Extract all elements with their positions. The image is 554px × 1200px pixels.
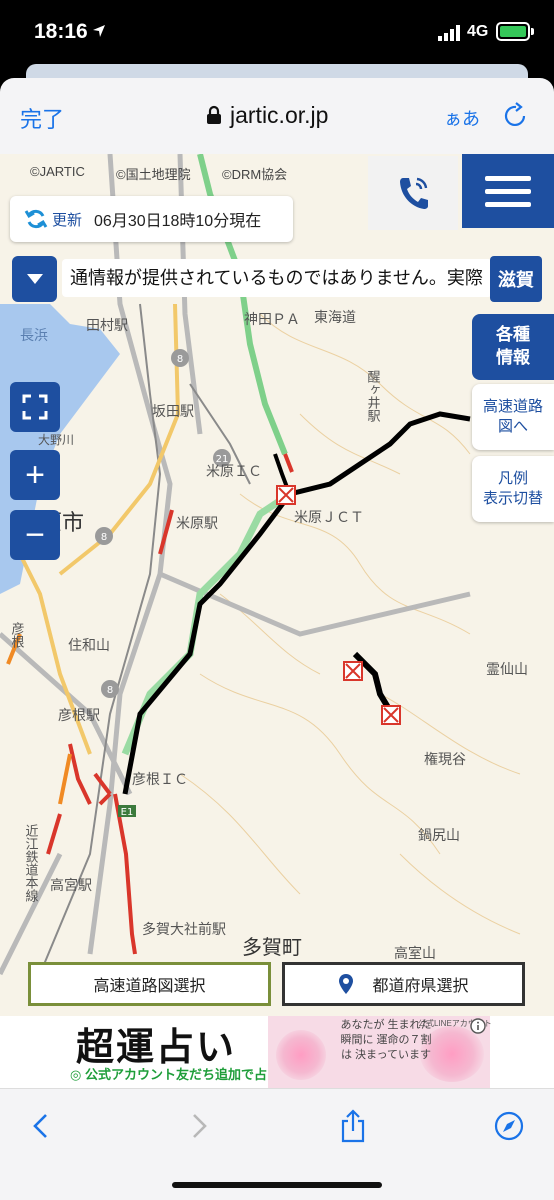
menu-icon-bar [485, 188, 531, 194]
info-toggle-button[interactable] [12, 256, 57, 302]
closure-marker[interactable] [276, 485, 296, 505]
text-size-button[interactable]: ぁあ [444, 105, 480, 131]
place-label: 彦根ＩＣ [132, 772, 188, 788]
network-type: 4G [467, 23, 489, 40]
update-box: 更新 06月30日18時10分現在 [10, 196, 293, 242]
place-label: 住和山 [68, 638, 110, 654]
button-line: 情報 [496, 348, 530, 367]
place-label: 坂田駅 [152, 404, 194, 420]
place-label: 米原駅 [176, 516, 218, 532]
place-label: 醒ヶ井駅 [365, 370, 381, 423]
map-credit: ©国土地理院 [116, 167, 191, 182]
place-label: 高宮駅 [50, 877, 92, 894]
update-button[interactable]: 更新 [52, 209, 82, 230]
share-icon[interactable] [338, 1109, 368, 1143]
place-label: 近江鉄道本線 [23, 824, 39, 902]
place-label: 彦根駅 [58, 708, 100, 724]
place-label: 東海道 [314, 310, 356, 326]
highway-map-select-button[interactable]: 高速道路図選択 [28, 962, 271, 1006]
zoom-out-button[interactable]: − [10, 510, 60, 560]
legend-toggle-button[interactable]: 凡例 表示切替 [472, 456, 554, 522]
place-label: 霊仙山 [486, 662, 528, 678]
url-text: jartic.or.jp [230, 101, 329, 128]
map-pin-icon [339, 974, 354, 994]
expressway-smooth-2 [121, 491, 292, 756]
closure-marker[interactable] [343, 661, 363, 681]
flower-image [276, 1030, 326, 1080]
place-label: 多賀大社前駅 [142, 921, 226, 938]
place-label: 米原ＩＣ [206, 464, 262, 480]
back-icon[interactable] [26, 1109, 56, 1143]
prefecture-badge[interactable]: 滋賀 [490, 256, 542, 302]
place-label: 高室山 [394, 945, 436, 962]
lock-icon [207, 105, 221, 124]
traffic-map[interactable]: 8 21 8 8 E1 田村駅 長浜 神田ＰＡ 東海道 醒ヶ井駅 坂田駅 大野川… [0, 154, 554, 1088]
phone-icon [400, 177, 428, 209]
route-number: E1 [121, 807, 134, 818]
closure-marker[interactable] [381, 705, 401, 725]
status-time: 18:16 [34, 20, 88, 43]
forward-icon[interactable] [184, 1109, 214, 1143]
fullscreen-button[interactable] [10, 382, 60, 432]
button-line: 図へ [497, 418, 528, 435]
info-banner: 通情報が提供されているものではありません。実際 滋賀 [12, 256, 542, 302]
done-button[interactable]: 完了 [20, 102, 64, 134]
update-timestamp: 06月30日18時10分現在 [94, 213, 262, 230]
phone-button[interactable] [368, 156, 458, 230]
highway-map-link-button[interactable]: 高速道路 図へ [472, 384, 554, 450]
reload-icon[interactable] [504, 102, 528, 128]
battery-icon [496, 22, 530, 41]
place-label: 田村駅 [86, 318, 128, 334]
home-indicator [172, 1182, 382, 1188]
map-credit: ©DRM協会 [222, 167, 288, 182]
browser-header: 完了 jartic.or.jp ぁあ [0, 78, 554, 154]
place-label: 大野川 [38, 433, 74, 447]
place-label: 神田ＰＡ [244, 312, 300, 328]
ad-subtitle-text: 公式アカウント友だち追加で占う [84, 1067, 280, 1082]
ad-title: 超運占い [76, 1024, 237, 1069]
place-label: 米原ＪＣＴ [294, 510, 364, 526]
chevron-down-icon [26, 274, 43, 284]
menu-icon-bar [485, 175, 531, 181]
various-info-button[interactable]: 各種 情報 [472, 314, 554, 380]
map-credit: ©JARTIC [30, 164, 85, 179]
info-marquee-text: 通情報が提供されているものではありません。実際 [62, 259, 492, 297]
place-label: 多賀町 [242, 935, 302, 959]
status-bar: 18:16 4G [0, 0, 554, 64]
place-label: 彦根 [9, 621, 25, 648]
button-line: 凡例 [497, 469, 528, 487]
zoom-in-button[interactable]: + [10, 450, 60, 500]
menu-icon-bar [485, 201, 531, 207]
button-line: 各種 [496, 325, 530, 345]
place-label: 権現谷 [424, 751, 466, 768]
place-label: 鍋尻山 [418, 828, 460, 844]
ad-subtitle: ◎ 公式アカウント友だち追加で占う [70, 1067, 280, 1082]
place-labels: 田村駅 長浜 神田ＰＡ 東海道 醒ヶ井駅 坂田駅 大野川 米原ＩＣ 米原駅 米原… [8, 310, 528, 1060]
button-line: 表示切替 [482, 490, 543, 507]
ad-info-icon[interactable] [470, 1018, 486, 1034]
refresh-icon[interactable] [24, 207, 48, 231]
advertisement-banner[interactable]: 超運占い ◎ 公式アカウント友だち追加で占う あなたが 生まれた瞬間に 運命の７… [0, 1016, 554, 1088]
fullscreen-icon [22, 394, 48, 420]
address-bar[interactable]: jartic.or.jp [206, 100, 328, 130]
location-arrow-icon [93, 25, 105, 37]
compass-icon[interactable] [494, 1109, 524, 1143]
button-line: 高速道路 [482, 397, 543, 415]
hamburger-menu-button[interactable] [462, 154, 554, 228]
signal-icon [438, 25, 460, 41]
place-label: 長浜 [20, 328, 48, 344]
route-number: 8 [101, 532, 107, 543]
route-number: 8 [177, 354, 183, 365]
prefecture-select-button[interactable]: 都道府県選択 [282, 962, 525, 1006]
route-number: 8 [107, 685, 113, 696]
prefecture-select-label: 都道府県選択 [372, 978, 469, 995]
